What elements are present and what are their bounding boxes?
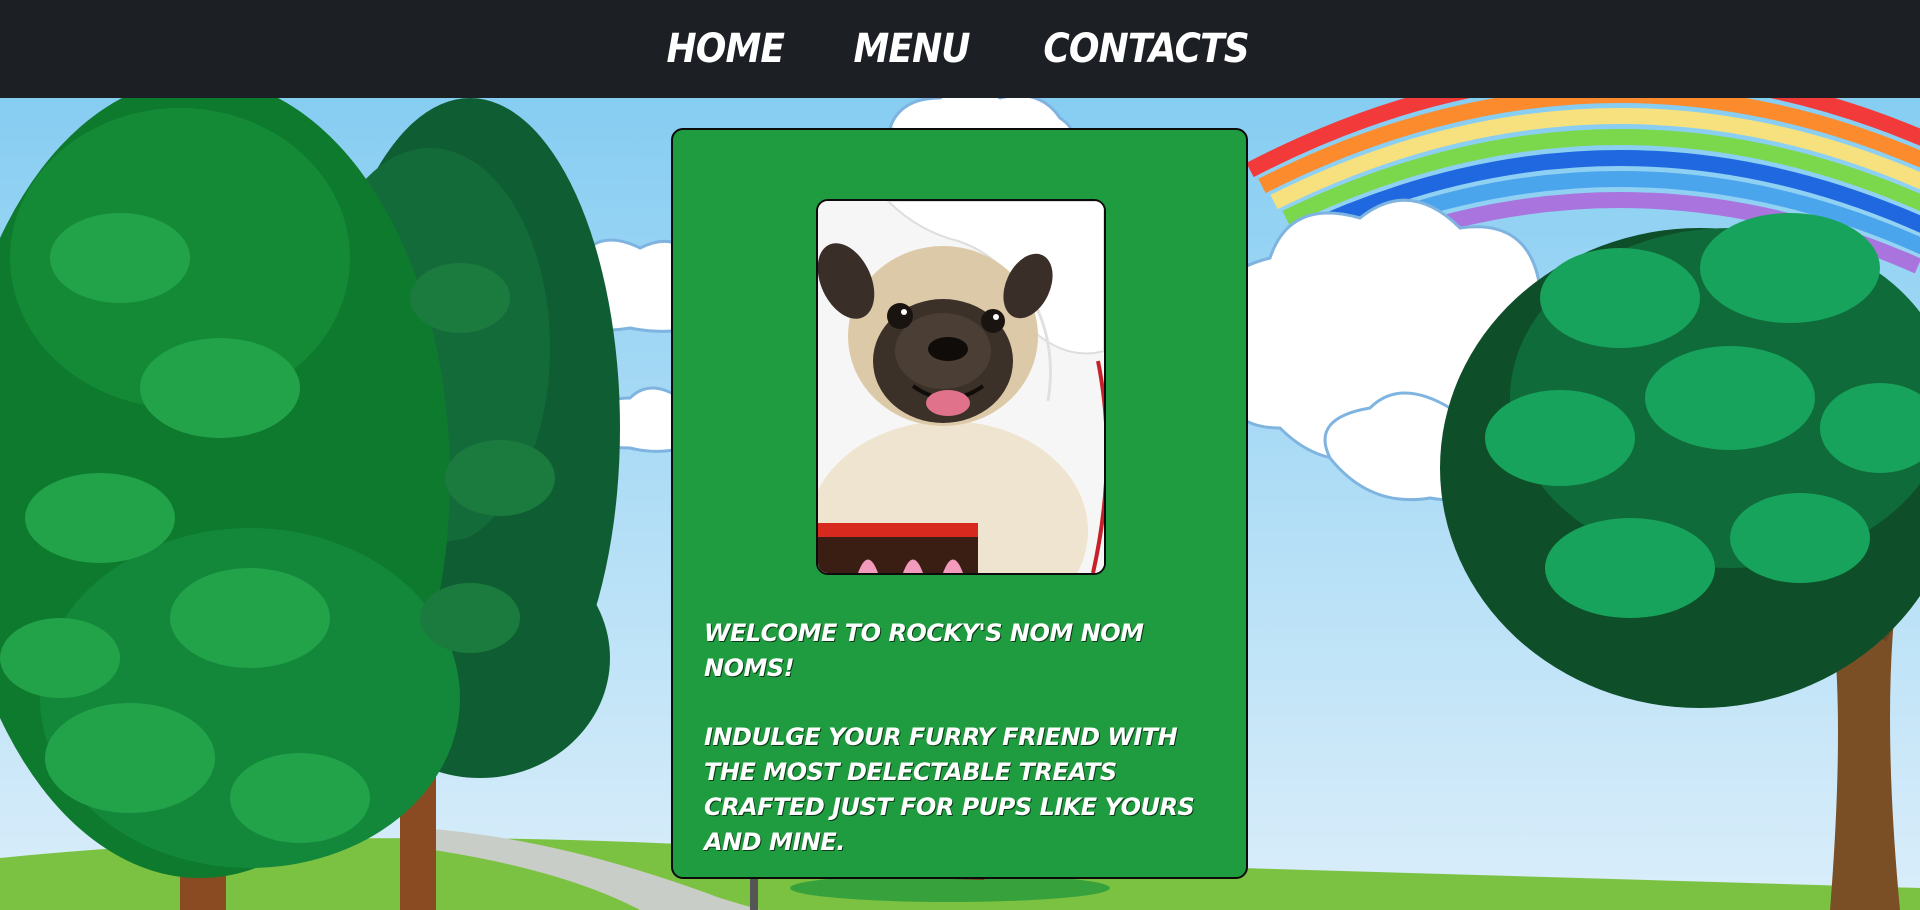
welcome-card: WELCOME TO ROCKY'S NOM NOM NOMS! INDULGE…	[671, 128, 1248, 879]
top-nav-bar: HOME MENU CONTACTS	[0, 0, 1920, 98]
nav-link-menu[interactable]: MENU	[853, 26, 970, 72]
pug-illustration	[818, 201, 1104, 573]
chef-pug-photo	[816, 199, 1106, 575]
welcome-heading: WELCOME TO ROCKY'S NOM NOM NOMS!	[704, 619, 1144, 682]
nav-link-contacts[interactable]: CONTACTS	[1043, 26, 1249, 72]
nav-link-home[interactable]: HOME	[667, 26, 785, 72]
main-nav: HOME MENU CONTACTS	[0, 0, 1920, 98]
welcome-description: INDULGE YOUR FURRY FRIEND WITH THE MOST …	[704, 723, 1195, 856]
welcome-text-block: WELCOME TO ROCKY'S NOM NOM NOMS! INDULGE…	[704, 616, 1204, 860]
